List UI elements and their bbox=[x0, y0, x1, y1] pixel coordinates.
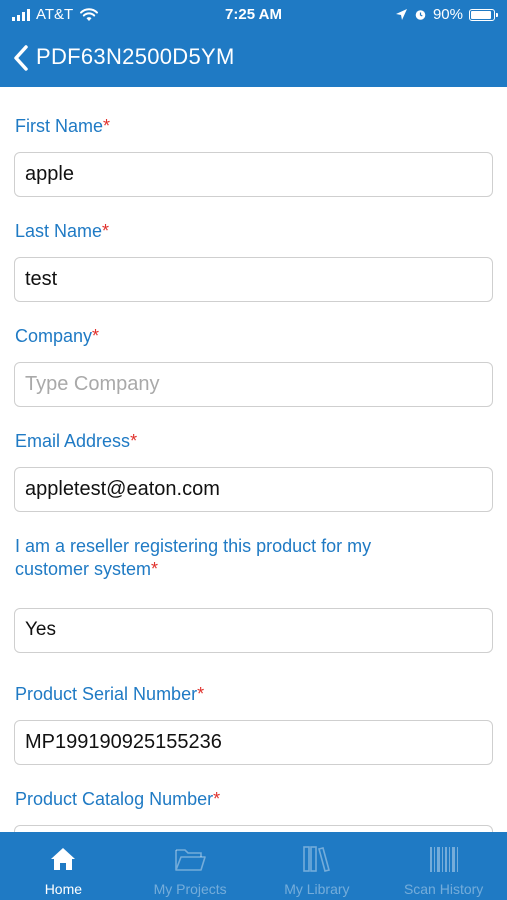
tab-home[interactable]: Home bbox=[0, 832, 127, 900]
tab-my-library[interactable]: My Library bbox=[254, 832, 381, 900]
required-marker: * bbox=[197, 684, 205, 704]
battery-icon bbox=[469, 8, 498, 21]
email-label: Email Address* bbox=[15, 431, 138, 451]
reseller-value: Yes bbox=[25, 619, 56, 640]
required-marker: * bbox=[103, 116, 111, 136]
catalog-number-label: Product Catalog Number* bbox=[15, 789, 221, 809]
tab-bar: Home My Projects My Library Scan History bbox=[0, 832, 507, 900]
last-name-label: Last Name* bbox=[15, 221, 110, 241]
library-icon bbox=[303, 846, 330, 872]
reseller-select[interactable]: Yes bbox=[14, 608, 493, 653]
battery-percent: 90% bbox=[432, 6, 463, 23]
tab-label: My Library bbox=[284, 881, 350, 897]
required-marker: * bbox=[92, 326, 100, 346]
required-marker: * bbox=[130, 431, 138, 451]
status-bar: AT&T 7:25 AM 90% bbox=[0, 0, 507, 30]
alarm-icon bbox=[415, 10, 426, 20]
serial-number-field[interactable]: MP199190925155236 bbox=[14, 720, 493, 765]
reseller-label: I am a reseller registering this product… bbox=[15, 536, 372, 579]
serial-number-label: Product Serial Number* bbox=[15, 684, 205, 704]
required-marker: * bbox=[213, 789, 221, 809]
company-field[interactable]: Type Company bbox=[14, 362, 493, 407]
last-name-value: test bbox=[25, 268, 58, 290]
email-field[interactable]: appletest@eaton.com bbox=[14, 467, 493, 512]
catalog-number-field[interactable] bbox=[14, 825, 493, 832]
company-placeholder: Type Company bbox=[25, 373, 160, 395]
first-name-label: First Name* bbox=[15, 116, 111, 136]
status-right: 90% bbox=[395, 6, 498, 23]
location-arrow-icon bbox=[395, 9, 407, 20]
first-name-field[interactable]: apple bbox=[14, 152, 493, 197]
registration-form: First Name* apple Last Name* test Compan… bbox=[0, 87, 507, 832]
tab-label: My Projects bbox=[153, 881, 227, 897]
tab-scan-history[interactable]: Scan History bbox=[380, 832, 507, 900]
back-chevron-icon[interactable] bbox=[10, 44, 34, 72]
nav-bar: PDF63N2500D5YM bbox=[0, 30, 507, 87]
email-value: appletest@eaton.com bbox=[25, 478, 220, 500]
serial-number-value: MP199190925155236 bbox=[25, 731, 222, 753]
folder-icon bbox=[175, 849, 206, 871]
last-name-field[interactable]: test bbox=[14, 257, 493, 302]
tab-my-projects[interactable]: My Projects bbox=[127, 832, 254, 900]
page-title: PDF63N2500D5YM bbox=[36, 44, 235, 69]
tab-label: Home bbox=[44, 881, 83, 897]
company-label: Company* bbox=[15, 326, 100, 346]
home-icon bbox=[51, 848, 76, 870]
first-name-value: apple bbox=[25, 163, 74, 185]
required-marker: * bbox=[151, 559, 159, 579]
barcode-icon bbox=[429, 847, 458, 872]
required-marker: * bbox=[102, 221, 110, 241]
tab-label: Scan History bbox=[403, 881, 484, 897]
